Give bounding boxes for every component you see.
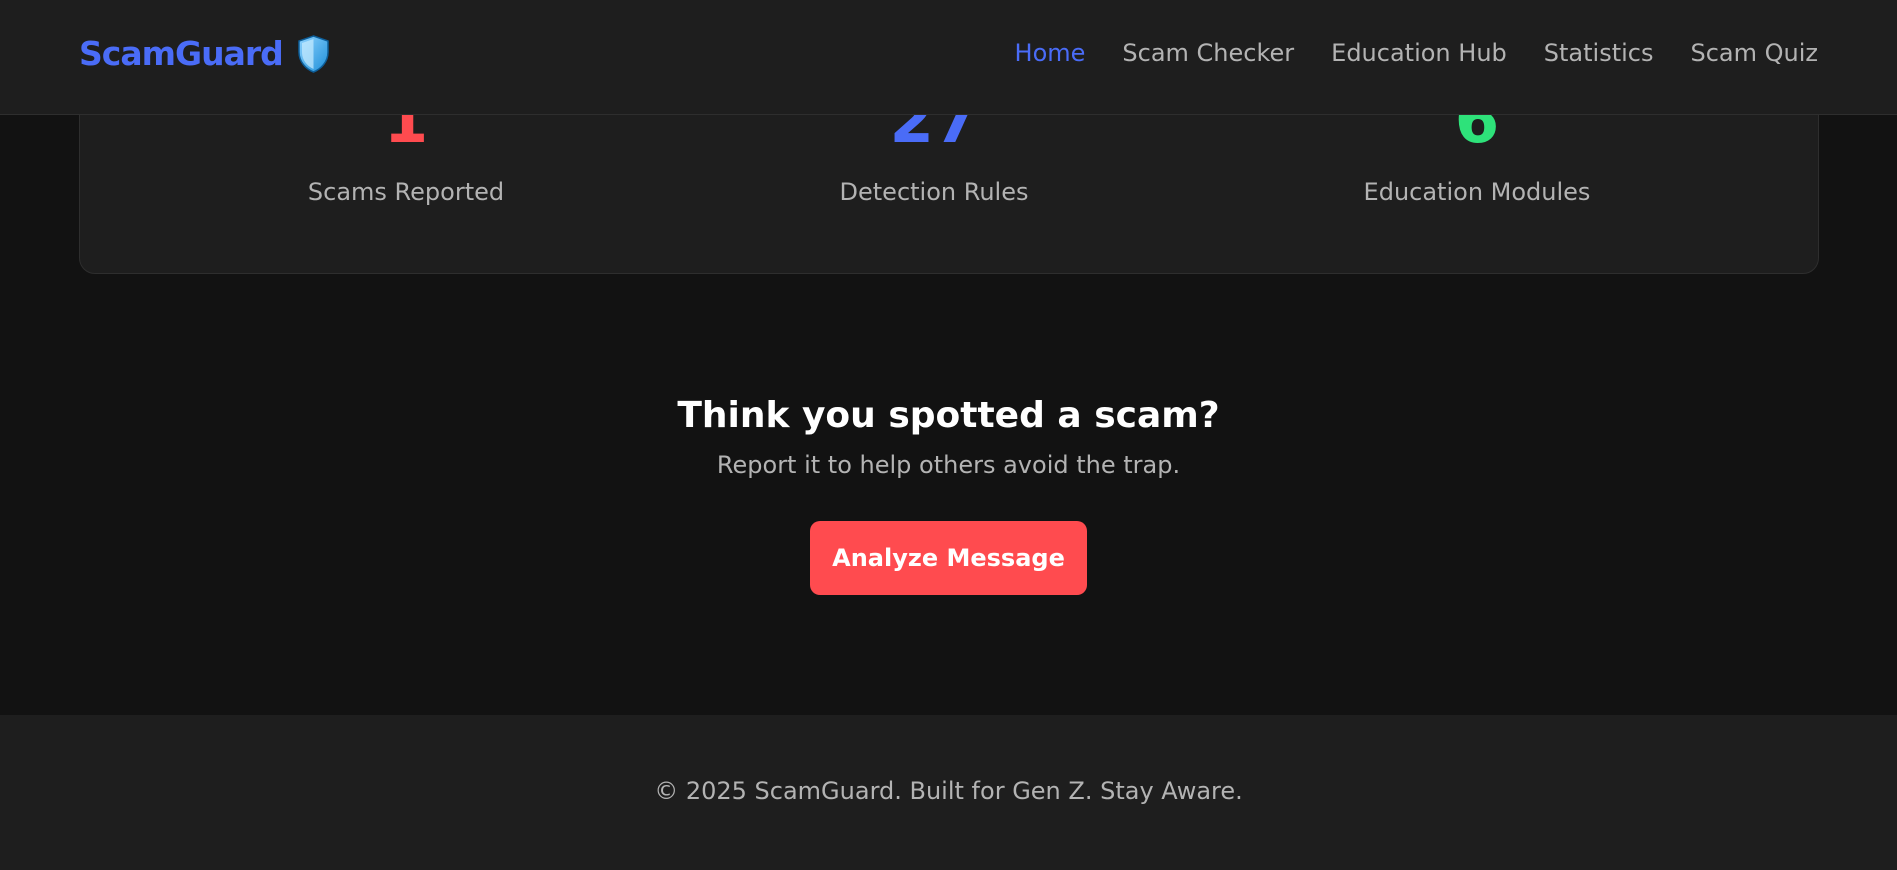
stat-label: Scams Reported (307, 178, 505, 206)
page: 1 Scams Reported 27 Detection Rules 6 Ed… (0, 0, 1897, 870)
site-header: ScamGuard Home Scam Checker Education Hu (0, 0, 1897, 115)
stat-label: Detection Rules (839, 178, 1029, 206)
nav-education-hub[interactable]: Education Hub (1331, 39, 1507, 67)
report-cta-section: Think you spotted a scam? Report it to h… (0, 395, 1897, 595)
nav-scam-quiz[interactable]: Scam Quiz (1690, 39, 1818, 67)
shield-icon (297, 34, 330, 73)
cta-subtitle: Report it to help others avoid the trap. (716, 451, 1181, 479)
main-nav: Home Scam Checker Education Hub Statisti… (1015, 39, 1818, 67)
nav-scam-checker[interactable]: Scam Checker (1122, 39, 1294, 67)
logo[interactable]: ScamGuard (79, 34, 330, 73)
cta-title: Think you spotted a scam? (677, 395, 1220, 436)
site-footer: © 2025 ScamGuard. Built for Gen Z. Stay … (0, 715, 1897, 870)
analyze-message-button[interactable]: Analyze Message (810, 521, 1087, 595)
footer-copyright: © 2025 ScamGuard. Built for Gen Z. Stay … (654, 777, 1243, 805)
logo-text: ScamGuard (79, 34, 284, 73)
nav-home[interactable]: Home (1015, 39, 1086, 67)
stat-label: Education Modules (1363, 178, 1591, 206)
nav-statistics[interactable]: Statistics (1544, 39, 1654, 67)
